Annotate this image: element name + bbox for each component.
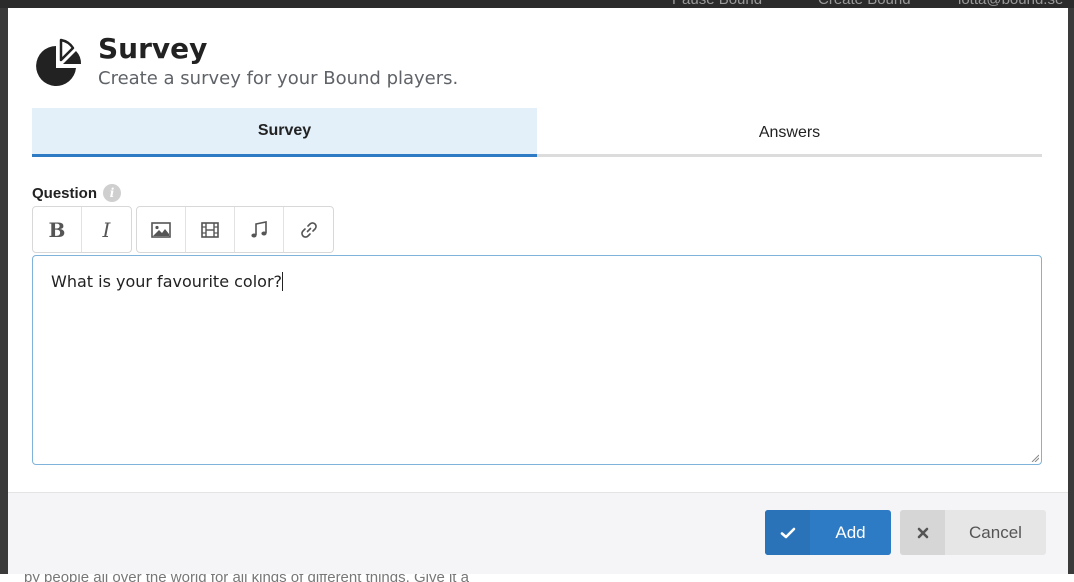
film-icon bbox=[201, 221, 219, 238]
resize-handle-icon[interactable] bbox=[1031, 454, 1039, 462]
add-button-label: Add bbox=[835, 522, 866, 542]
tab-bar: Survey Answers bbox=[32, 108, 1042, 157]
backdrop-link-create: Create Bound bbox=[818, 0, 911, 8]
modal-footer: Add Cancel bbox=[8, 492, 1068, 574]
text-format-group: B I bbox=[32, 206, 132, 253]
modal-header: Survey Create a survey for your Bound pl… bbox=[8, 8, 1068, 108]
modal-subtitle: Create a survey for your Bound players. bbox=[98, 68, 459, 89]
backdrop-link-pause: Pause Bound bbox=[672, 0, 762, 8]
check-icon bbox=[765, 510, 810, 555]
question-label: Question i bbox=[32, 184, 122, 202]
add-button[interactable]: Add bbox=[765, 510, 891, 555]
media-insert-group bbox=[136, 206, 334, 253]
info-icon[interactable]: i bbox=[103, 184, 122, 202]
text-caret bbox=[282, 272, 284, 291]
link-icon bbox=[300, 221, 317, 238]
music-icon bbox=[251, 220, 267, 237]
bold-button[interactable]: B bbox=[33, 207, 82, 252]
italic-button[interactable]: I bbox=[82, 207, 131, 252]
insert-image-button[interactable] bbox=[137, 207, 186, 252]
cancel-button[interactable]: Cancel bbox=[900, 510, 1046, 555]
pie-chart-icon bbox=[36, 38, 82, 86]
question-text: What is your favourite color? bbox=[51, 272, 283, 291]
modal-title: Survey bbox=[98, 32, 208, 65]
backdrop-paragraph: by people all over the world for all kin… bbox=[24, 574, 469, 582]
backdrop-top-bar: Pause Bound Create Bound lotta@bound.se bbox=[0, 0, 1074, 8]
question-editor[interactable]: What is your favourite color? bbox=[32, 255, 1042, 465]
image-icon bbox=[151, 221, 171, 238]
survey-modal: Survey Create a survey for your Bound pl… bbox=[8, 8, 1068, 574]
cancel-button-label: Cancel bbox=[969, 522, 1022, 542]
insert-video-button[interactable] bbox=[186, 207, 235, 252]
tab-survey[interactable]: Survey bbox=[32, 108, 537, 157]
insert-link-button[interactable] bbox=[284, 207, 333, 252]
backdrop-user-email: lotta@bound.se bbox=[958, 0, 1063, 8]
backdrop-bottom-text: by people all over the world for all kin… bbox=[0, 574, 1074, 582]
question-label-text: Question bbox=[32, 184, 98, 202]
tab-answers[interactable]: Answers bbox=[537, 108, 1042, 157]
close-icon bbox=[900, 510, 945, 555]
insert-audio-button[interactable] bbox=[235, 207, 284, 252]
